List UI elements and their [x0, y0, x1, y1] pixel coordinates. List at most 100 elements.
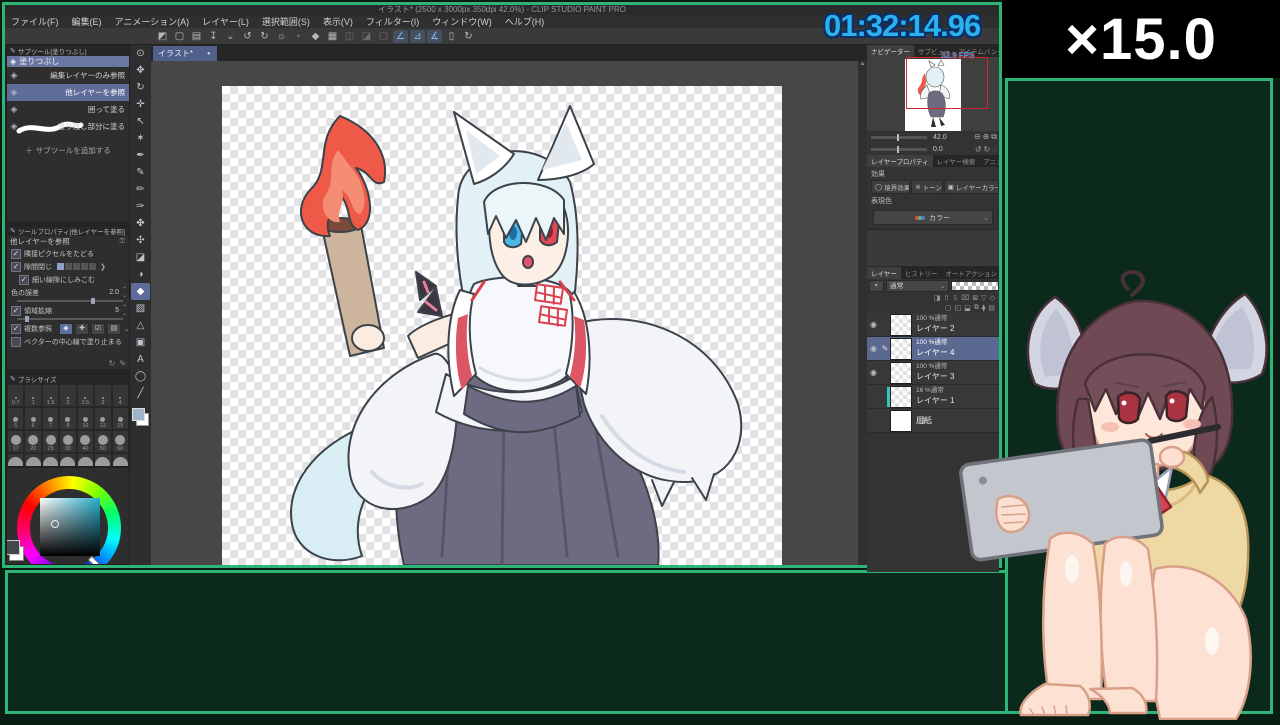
- tablet-icon[interactable]: ▯: [444, 30, 459, 43]
- brush-size-large-4[interactable]: [76, 453, 95, 466]
- brush-size-3[interactable]: 3: [94, 384, 112, 407]
- gap-size-selector[interactable]: [57, 263, 96, 270]
- option-slider-3[interactable]: [17, 298, 123, 304]
- menu-item-7[interactable]: ウィンドウ(W): [432, 15, 492, 28]
- save-icon[interactable]: ↧: [206, 30, 221, 43]
- value-stepper[interactable]: ⌃ ⌄: [122, 287, 127, 299]
- saturation-value-square[interactable]: [40, 498, 100, 556]
- layer-visibility-eye[interactable]: ◉: [867, 368, 880, 377]
- brush-size-8[interactable]: 8: [59, 407, 77, 430]
- checkbox-6[interactable]: [11, 336, 21, 347]
- add-subtool-button[interactable]: ＋サブツールを追加する: [7, 143, 129, 157]
- color-selector-circle[interactable]: [51, 520, 59, 528]
- layer-cmd-icon-1[interactable]: ⇧: [944, 294, 950, 302]
- gap-expand-arrow[interactable]: ❯: [100, 263, 106, 271]
- brush-size-10[interactable]: 10: [76, 407, 95, 430]
- navigator-preview[interactable]: [867, 57, 999, 131]
- redo-icon[interactable]: ↻: [257, 30, 272, 43]
- brush-size-50[interactable]: 50: [94, 430, 112, 453]
- menu-item-5[interactable]: 表示(V): [323, 15, 353, 28]
- gradient-tool[interactable]: ▨: [131, 300, 150, 317]
- zoom-tool[interactable]: ⊙: [131, 45, 150, 62]
- brush-size-25[interactable]: 25: [41, 430, 60, 453]
- snap-grid-icon[interactable]: ∡: [427, 29, 442, 43]
- refer-icon-2[interactable]: ☑: [91, 322, 105, 335]
- brush-size-20[interactable]: 20: [24, 430, 42, 453]
- pencil-tool[interactable]: ✏: [131, 181, 150, 198]
- layer-panel-tab-0[interactable]: レイヤー: [867, 267, 901, 279]
- chevron-down-icon[interactable]: ⌄: [124, 325, 130, 333]
- rotate-button-0[interactable]: ↺: [975, 145, 982, 154]
- subtool-panel-header[interactable]: ✎ サブツール[塗りつぶし]: [7, 46, 129, 56]
- crop-marks-icon[interactable]: ▦: [325, 30, 340, 43]
- layer-property-tab-1[interactable]: レイヤー検索: [933, 155, 980, 167]
- text-tool[interactable]: A: [131, 351, 150, 368]
- border-effect[interactable]: ◯ 境界効果: [871, 180, 911, 194]
- layer-combo-icon[interactable]: ▾: [869, 280, 884, 292]
- expression-color-select[interactable]: カラー ⌄: [873, 210, 993, 225]
- figure-tool[interactable]: △: [131, 317, 150, 334]
- zoom-button-2[interactable]: ⧉: [991, 132, 997, 142]
- eraser-icon[interactable]: ◆: [308, 30, 323, 43]
- layer-visibility-eye[interactable]: ◉: [867, 344, 880, 353]
- layer-thumbnail[interactable]: [890, 337, 912, 360]
- layer-thumbnail[interactable]: ❏: [890, 409, 925, 432]
- brush-size-large-0[interactable]: [7, 453, 25, 466]
- brush-size-large-3[interactable]: [59, 453, 77, 466]
- refer-icon-3[interactable]: ▤: [107, 322, 121, 335]
- brush-size-large-6[interactable]: [111, 453, 129, 466]
- brush-size-large-2[interactable]: [41, 453, 60, 466]
- layer-thumbnail[interactable]: [887, 385, 912, 408]
- zoom-slider[interactable]: [871, 133, 927, 141]
- menu-item-6[interactable]: フィルター(I): [366, 15, 419, 28]
- checkbox-5[interactable]: ✓: [11, 323, 21, 334]
- snap-ruler-icon[interactable]: ∠: [393, 29, 408, 43]
- frame-border-tool[interactable]: ▣: [131, 334, 150, 351]
- brush-size-4[interactable]: 4: [111, 384, 129, 407]
- rotate-button-1[interactable]: ↻: [984, 145, 991, 154]
- option-slider-4[interactable]: [17, 316, 123, 322]
- deselect-icon[interactable]: ◫: [342, 30, 357, 43]
- eyedropper-tool[interactable]: ✒: [131, 147, 150, 164]
- rotate-slider[interactable]: [871, 145, 927, 153]
- layer-thumbnail[interactable]: [890, 361, 912, 384]
- selection-border-icon[interactable]: ▢: [376, 30, 391, 43]
- subtool-item-2[interactable]: ◈ 囲って塗る: [7, 101, 129, 118]
- clear-icon[interactable]: ☼: [274, 30, 289, 43]
- zoom-button-0[interactable]: ⊖: [974, 132, 981, 142]
- fill-icon[interactable]: ▪: [291, 30, 306, 43]
- brush-size-17[interactable]: 17: [7, 430, 25, 453]
- checkbox-2[interactable]: ✓: [19, 274, 29, 285]
- brush-size-5[interactable]: 5: [7, 407, 25, 430]
- menu-item-3[interactable]: レイヤー(L): [202, 15, 249, 28]
- correct-line-tool[interactable]: ╱: [131, 385, 150, 402]
- brush-size-large-5[interactable]: [94, 453, 112, 466]
- move-tool[interactable]: ✛: [131, 96, 150, 113]
- brush-size-40[interactable]: 40: [76, 430, 95, 453]
- auto-select-tool[interactable]: ✶: [131, 130, 150, 147]
- main-color-swatch[interactable]: [132, 408, 145, 421]
- menu-item-4[interactable]: 選択範囲(S): [262, 15, 310, 28]
- brush-size-2.5[interactable]: 2.5: [76, 384, 95, 407]
- brush-size-1.5[interactable]: 1.5: [41, 384, 60, 407]
- invert-selection-icon[interactable]: ◪: [359, 30, 374, 43]
- brush-size-7[interactable]: 7: [41, 407, 60, 430]
- zoom-button-1[interactable]: ⊕: [983, 132, 990, 142]
- lock-icon[interactable]: ⚿: [120, 238, 125, 246]
- tool-property-header[interactable]: ✎ ツールプロパティ[他レイヤーを参照]: [7, 226, 129, 236]
- value-stepper[interactable]: ⌃ ⌄: [122, 305, 127, 317]
- balloon-tool[interactable]: ◯: [131, 368, 150, 385]
- blend-tool[interactable]: ◑: [131, 266, 150, 283]
- navigator-tab-0[interactable]: ナビゲーター: [867, 45, 914, 57]
- view-rotate-icon[interactable]: ↻: [461, 30, 476, 43]
- brush-size-30[interactable]: 30: [59, 430, 77, 453]
- tool-color-swatches[interactable]: [130, 405, 151, 429]
- main-color-swatch[interactable]: [7, 540, 20, 555]
- brush-size-60[interactable]: 60: [111, 430, 129, 453]
- eraser-tool[interactable]: ◪: [131, 249, 150, 266]
- airbrush-tool[interactable]: ✤: [131, 215, 150, 232]
- layer-color-effect[interactable]: ▣ レイヤーカラー: [943, 180, 999, 194]
- layer-visibility-eye[interactable]: ◉: [867, 320, 880, 329]
- save-chevron-icon[interactable]: ⌄: [223, 30, 238, 43]
- brush-size-0.7[interactable]: 0.7: [7, 384, 25, 407]
